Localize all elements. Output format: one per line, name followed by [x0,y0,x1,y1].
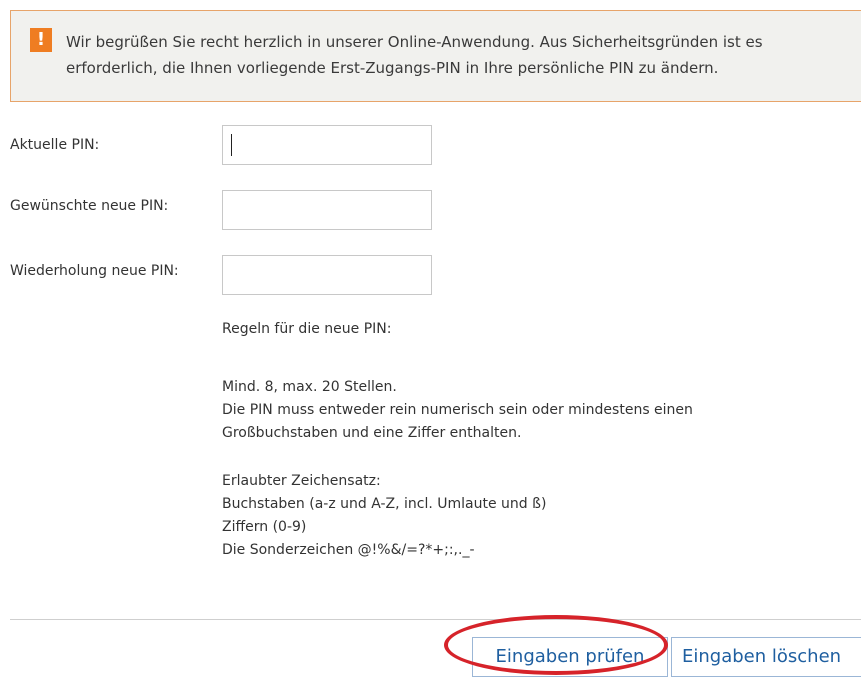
rules-charset-digits: Ziffern (0-9) [222,519,307,535]
divider [10,619,861,620]
rules-charset-letters: Buchstaben (a-z und A-Z, incl. Umlaute u… [222,496,547,512]
rules-composition-2: Großbuchstaben und eine Ziffer enthalten… [222,425,522,441]
rules-length: Mind. 8, max. 20 Stellen. [222,379,397,395]
notice-text: Wir begrüßen Sie recht herzlich in unser… [66,29,856,81]
warning-icon: ! [30,28,52,52]
notice-line-2: erforderlich, die Ihnen vorliegende Erst… [66,59,719,77]
notice-line-1: Wir begrüßen Sie recht herzlich in unser… [66,33,763,51]
clear-inputs-button[interactable]: Eingaben löschen [671,637,861,677]
text-caret [231,134,232,156]
new-pin-input[interactable] [222,190,432,230]
pin-rules: Regeln für die neue PIN: Mind. 8, max. 2… [222,318,822,562]
rules-heading: Regeln für die neue PIN: [222,321,392,337]
rules-charset-heading: Erlaubter Zeichensatz: [222,473,381,489]
rules-composition-1: Die PIN muss entweder rein numerisch sei… [222,402,693,418]
current-pin-label: Aktuelle PIN: [10,137,100,153]
repeat-pin-input[interactable] [222,255,432,295]
check-inputs-button[interactable]: Eingaben prüfen [472,637,668,677]
repeat-pin-label: Wiederholung neue PIN: [10,263,179,279]
rules-charset-special: Die Sonderzeichen @!%&/=?*+;:,._- [222,542,475,558]
new-pin-label: Gewünschte neue PIN: [10,198,169,214]
current-pin-input[interactable] [222,125,432,165]
info-notice: ! Wir begrüßen Sie recht herzlich in uns… [10,10,861,102]
